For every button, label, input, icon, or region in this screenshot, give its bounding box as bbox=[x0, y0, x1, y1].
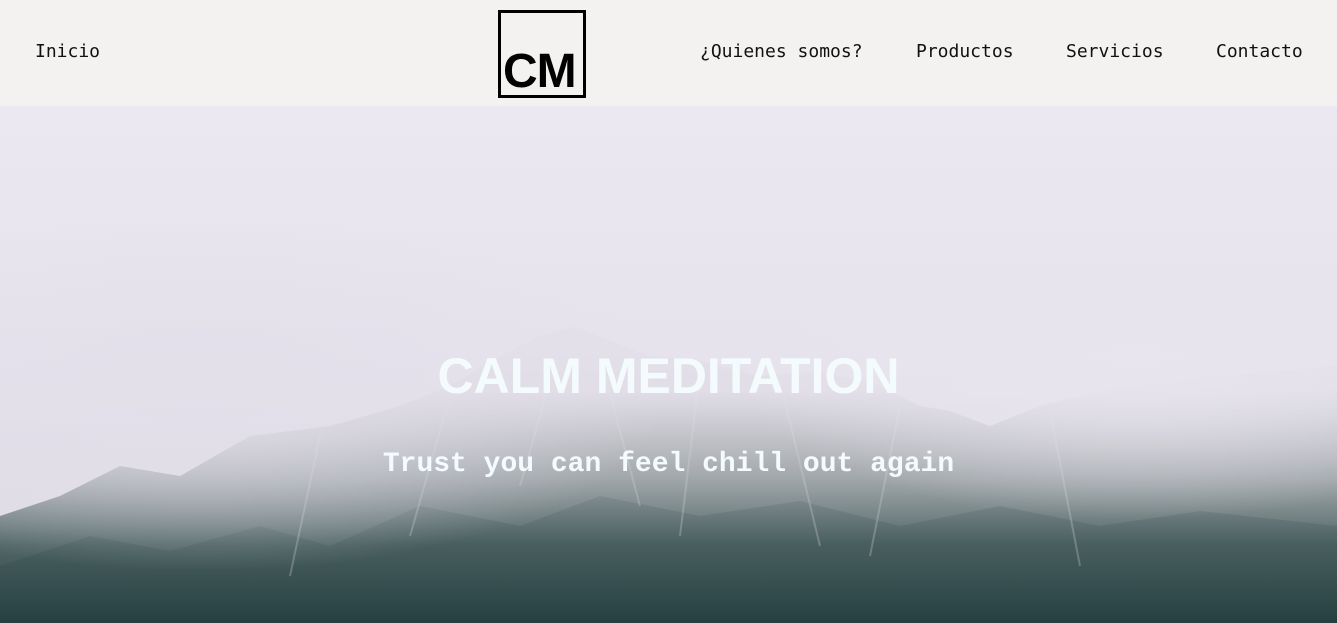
hero-subtitle: Trust you can feel chill out again bbox=[382, 449, 955, 480]
hero-title: CALM MEDITATION bbox=[437, 348, 900, 404]
nav-link-quienes-somos[interactable]: ¿Quienes somos? bbox=[700, 41, 863, 63]
nav-link-servicios[interactable]: Servicios bbox=[1066, 41, 1164, 63]
logo-text: CM bbox=[503, 45, 577, 98]
nav-link-productos[interactable]: Productos bbox=[916, 41, 1014, 63]
nav-link-contacto[interactable]: Contacto bbox=[1216, 41, 1303, 63]
top-navigation: Inicio CM ¿Quienes somos? Productos Serv… bbox=[0, 0, 1337, 106]
site-logo[interactable]: CM bbox=[498, 10, 586, 98]
nav-link-inicio[interactable]: Inicio bbox=[35, 41, 100, 63]
hero-section: CALM MEDITATION Trust you can feel chill… bbox=[0, 106, 1337, 623]
